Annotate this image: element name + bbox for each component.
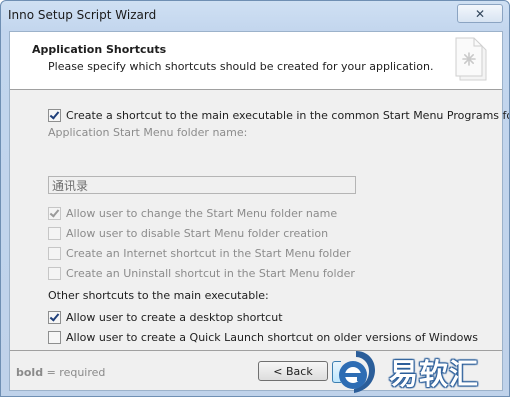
back-button[interactable]: < Back [258, 361, 328, 381]
wizard-page-icon [455, 37, 487, 81]
quicklaunch-shortcut-label: Allow user to create a Quick Launch shor… [66, 330, 479, 344]
allow-change-folder-label: Allow user to change the Start Menu fold… [66, 206, 338, 220]
internet-shortcut-checkbox[interactable] [48, 246, 61, 260]
required-note-bold: bold [16, 366, 44, 379]
allow-change-folder-checkbox[interactable] [48, 206, 61, 220]
shortcut-options: Create a shortcut to the main executable… [10, 90, 509, 351]
close-button[interactable]: ✕ [457, 4, 503, 23]
wizard-header: Application Shortcuts Please specify whi… [10, 32, 502, 90]
title-bar[interactable]: Inno Setup Script Wizard ✕ [1, 1, 509, 31]
watermark: 易软汇 [333, 346, 509, 396]
desktop-shortcut-label: Allow user to create a desktop shortcut [66, 310, 283, 324]
watermark-logo-icon [339, 351, 375, 393]
close-icon: ✕ [474, 6, 486, 21]
wizard-body: Application Shortcuts Please specify whi… [9, 31, 509, 391]
start-menu-shortcut-label: Create a shortcut to the main executable… [66, 108, 510, 122]
allow-change-folder-option[interactable]: Allow user to change the Start Menu fold… [48, 205, 337, 221]
quicklaunch-shortcut-checkbox[interactable] [48, 330, 61, 344]
desktop-shortcut-checkbox[interactable] [48, 310, 61, 324]
internet-shortcut-option[interactable]: Create an Internet shortcut in the Start… [48, 245, 351, 261]
other-shortcuts-heading: Other shortcuts to the main executable: [48, 289, 269, 302]
page-title: Application Shortcuts [32, 43, 167, 56]
desktop-shortcut-option[interactable]: Allow user to create a desktop shortcut [48, 309, 283, 325]
allow-disable-folder-checkbox[interactable] [48, 226, 61, 240]
quicklaunch-shortcut-option[interactable]: Allow user to create a Quick Launch shor… [48, 329, 478, 345]
start-menu-shortcut-option[interactable]: Create a shortcut to the main executable… [48, 107, 510, 123]
folder-name-label: Application Start Menu folder name: [48, 126, 248, 139]
required-note-text: = required [43, 366, 106, 379]
folder-name-input[interactable] [48, 176, 356, 194]
allow-disable-folder-option[interactable]: Allow user to disable Start Menu folder … [48, 225, 328, 241]
allow-disable-folder-label: Allow user to disable Start Menu folder … [66, 226, 329, 240]
page-subtitle: Please specify which shortcuts should be… [48, 60, 434, 73]
watermark-text: 易软汇 [389, 357, 480, 391]
uninstall-shortcut-option[interactable]: Create an Uninstall shortcut in the Star… [48, 265, 355, 281]
start-menu-shortcut-checkbox[interactable] [48, 108, 61, 122]
uninstall-shortcut-label: Create an Uninstall shortcut in the Star… [66, 266, 355, 280]
internet-shortcut-label: Create an Internet shortcut in the Start… [66, 246, 351, 260]
wizard-window: Inno Setup Script Wizard ✕ Application S… [0, 0, 510, 397]
window-title: Inno Setup Script Wizard [8, 8, 157, 22]
uninstall-shortcut-checkbox[interactable] [48, 266, 61, 280]
required-note: bold = required [16, 366, 105, 379]
